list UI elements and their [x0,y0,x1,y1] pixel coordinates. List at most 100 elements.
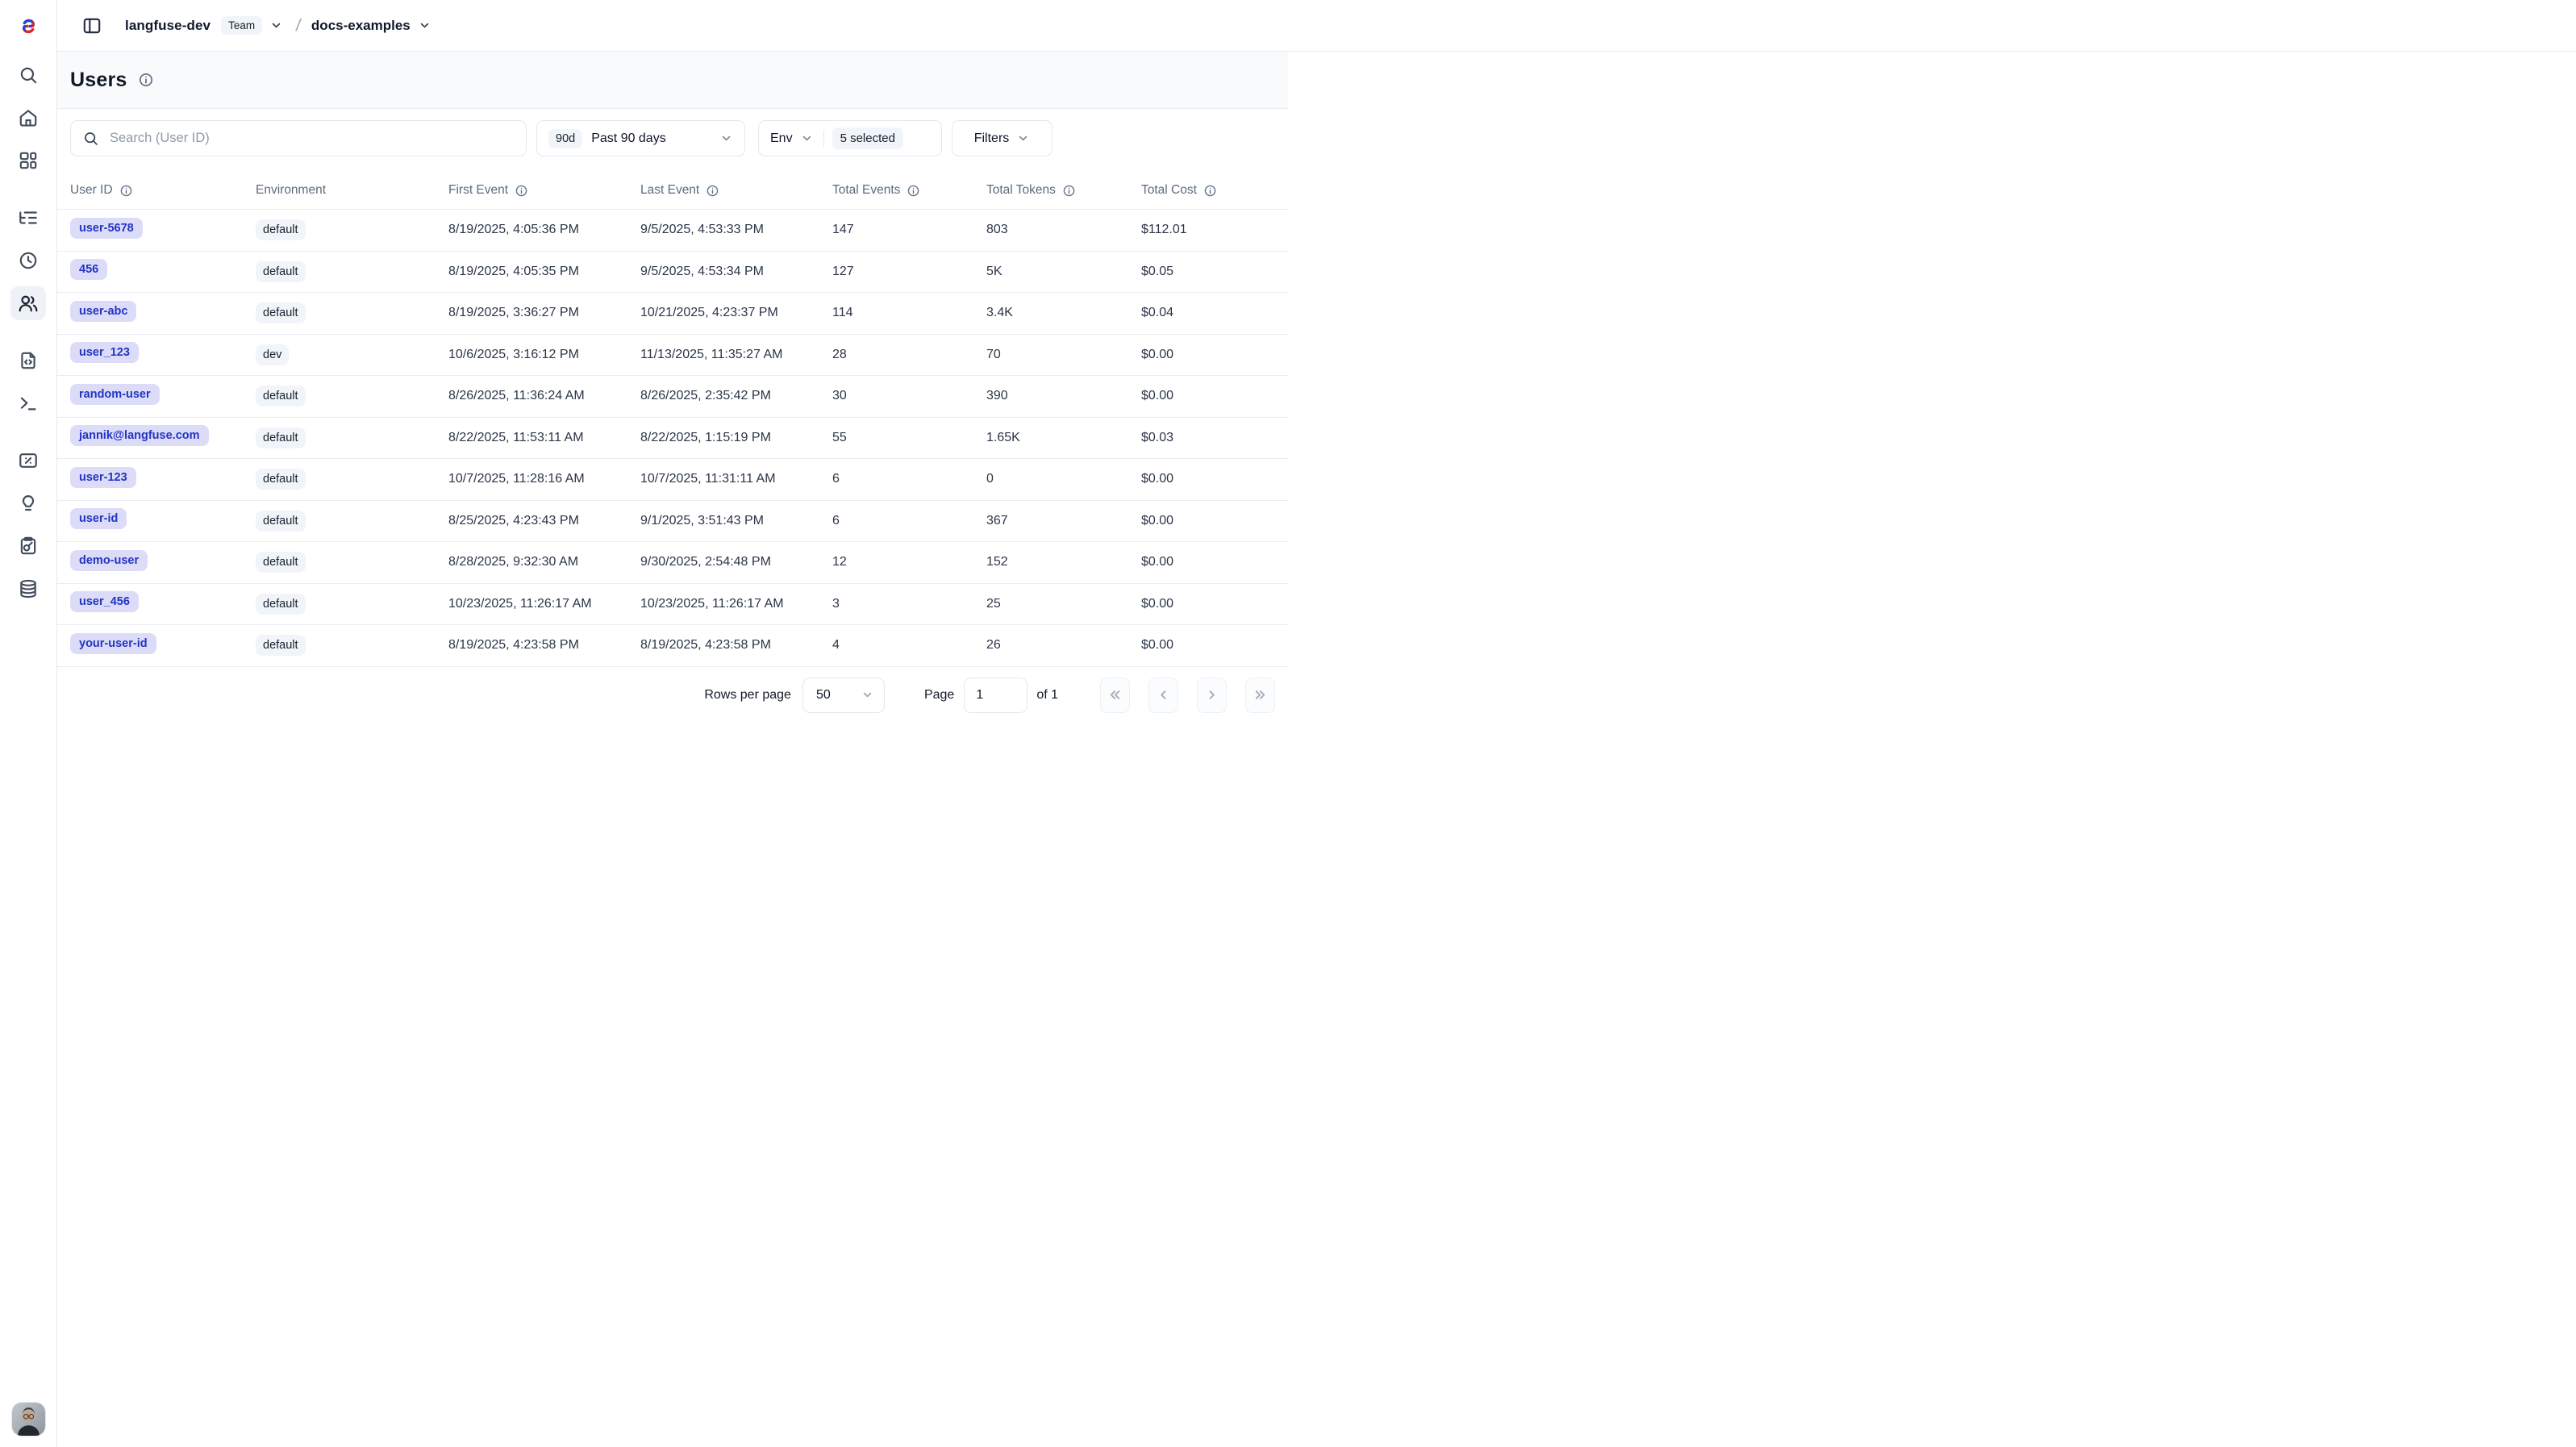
sidebar-item-home[interactable] [10,101,46,135]
table-row[interactable]: demo-user default 8/28/2025, 9:32:30 AM … [57,542,1288,584]
first-event-cell: 8/19/2025, 3:36:27 PM [448,306,640,320]
time-range-button[interactable]: 90d Past 90 days [536,120,745,156]
column-header-last-event[interactable]: Last Event [640,183,832,198]
total-tokens-cell: 3.4K [986,306,1141,320]
table-row[interactable]: user-5678 default 8/19/2025, 4:05:36 PM … [57,210,1288,252]
sidebar-item-datasets[interactable] [10,572,46,606]
user-id-badge[interactable]: user_456 [70,591,139,612]
chevron-down-icon[interactable] [418,19,431,32]
tracing-icon [18,207,39,228]
table-row[interactable]: 456 default 8/19/2025, 4:05:35 PM 9/5/20… [57,252,1288,294]
sidebar-item-scores[interactable] [10,444,46,477]
sidebar-item-playground[interactable] [10,386,46,420]
first-event-cell: 8/19/2025, 4:05:35 PM [448,265,640,279]
total-cost-cell: $0.00 [1141,348,1288,362]
total-cost-cell: $0.04 [1141,306,1288,320]
sidebar [0,0,57,1447]
table-row[interactable]: your-user-id default 8/19/2025, 4:23:58 … [57,625,1288,667]
page-number-input[interactable] [964,678,1027,713]
first-page-button[interactable] [1100,678,1130,713]
last-event-cell: 8/26/2025, 2:35:42 PM [640,389,832,403]
info-icon[interactable] [1062,184,1076,198]
sidebar-item-dashboards[interactable] [10,144,46,177]
table-row[interactable]: user_456 default 10/23/2025, 11:26:17 AM… [57,584,1288,626]
user-id-badge[interactable]: user-123 [70,467,136,488]
environment-badge: default [256,219,306,240]
info-icon[interactable] [706,184,719,198]
time-range-label: Past 90 days [591,131,712,146]
langfuse-logo[interactable] [0,0,56,52]
page-total-label: of 1 [1036,688,1058,703]
info-icon[interactable] [119,184,133,198]
total-tokens-cell: 70 [986,348,1141,362]
next-page-button[interactable] [1197,678,1227,713]
chevron-down-icon[interactable] [269,19,283,32]
column-header-total-tokens[interactable]: Total Tokens [986,183,1141,198]
prompts-icon [18,350,39,371]
home-icon [18,107,39,128]
search-input[interactable] [110,131,515,146]
total-cost-cell: $0.00 [1141,638,1288,653]
user-id-badge[interactable]: demo-user [70,550,148,571]
topbar: langfuse-dev Team / docs-examples [57,0,2576,52]
workspace-type-badge: Team [221,16,262,35]
breadcrumb-separator: / [294,16,302,35]
user-id-badge[interactable]: user-abc [70,301,136,322]
sidebar-item-search[interactable] [10,58,46,92]
sidebar-item-annotation[interactable] [10,529,46,563]
previous-page-button[interactable] [1148,678,1178,713]
sidebar-nav [10,58,46,615]
user-id-badge[interactable]: user-id [70,508,127,529]
table-row[interactable]: user-abc default 8/19/2025, 3:36:27 PM 1… [57,293,1288,335]
table-row[interactable]: jannik@langfuse.com default 8/22/2025, 1… [57,418,1288,460]
user-id-badge[interactable]: user-5678 [70,218,143,239]
user-id-badge[interactable]: random-user [70,384,160,405]
environment-filter-button[interactable]: Env 5 selected [758,120,942,156]
total-events-cell: 4 [832,638,986,653]
filters-button[interactable]: Filters [952,120,1052,156]
total-cost-cell: $0.00 [1141,389,1288,403]
user-id-badge[interactable]: jannik@langfuse.com [70,425,209,446]
column-header-user-id[interactable]: User ID [70,183,256,198]
sidebar-item-prompts[interactable] [10,344,46,377]
sidebar-item-judge[interactable] [10,486,46,520]
last-event-cell: 11/13/2025, 11:35:27 AM [640,348,832,362]
info-icon[interactable] [1203,184,1217,198]
first-event-cell: 10/6/2025, 3:16:12 PM [448,348,640,362]
breadcrumb-project[interactable]: docs-examples [311,18,411,34]
info-icon[interactable] [138,72,154,88]
pager-buttons [1100,678,1275,713]
info-icon[interactable] [515,184,528,198]
user-id-badge[interactable]: 456 [70,259,107,280]
sidebar-toggle-button[interactable] [81,14,106,38]
chevron-down-icon [719,131,733,145]
table-row[interactable]: random-user default 8/26/2025, 11:36:24 … [57,376,1288,418]
chevron-left-icon [1156,687,1171,703]
sidebar-item-users[interactable] [10,286,46,320]
table-row[interactable]: user_123 dev 10/6/2025, 3:16:12 PM 11/13… [57,335,1288,377]
user-id-badge[interactable]: your-user-id [70,633,156,654]
last-event-cell: 10/7/2025, 11:31:11 AM [640,472,832,486]
info-icon[interactable] [907,184,920,198]
user-id-badge[interactable]: user_123 [70,342,139,363]
search-box[interactable] [70,120,527,156]
first-event-cell: 8/22/2025, 11:53:11 AM [448,431,640,445]
column-header-first-event[interactable]: First Event [448,183,640,198]
table-row[interactable]: user-id default 8/25/2025, 4:23:43 PM 9/… [57,501,1288,543]
last-page-button[interactable] [1245,678,1275,713]
total-cost-cell: $112.01 [1141,223,1288,237]
table-header: User IDEnvironmentFirst EventLast EventT… [57,172,1288,210]
avatar-photo [12,1403,45,1436]
breadcrumb-workspace[interactable]: langfuse-dev [125,18,210,34]
rows-per-page-select[interactable]: 50 [802,678,885,713]
sidebar-item-sessions[interactable] [10,244,46,277]
datasets-icon [18,578,39,599]
sidebar-item-tracing[interactable] [10,201,46,235]
column-header-total-cost[interactable]: Total Cost [1141,183,1288,198]
total-tokens-cell: 0 [986,472,1141,486]
column-header-environment[interactable]: Environment [256,183,448,198]
table-row[interactable]: user-123 default 10/7/2025, 11:28:16 AM … [57,459,1288,501]
column-header-total-events[interactable]: Total Events [832,183,986,198]
user-avatar[interactable] [12,1403,45,1436]
first-event-cell: 10/7/2025, 11:28:16 AM [448,472,640,486]
